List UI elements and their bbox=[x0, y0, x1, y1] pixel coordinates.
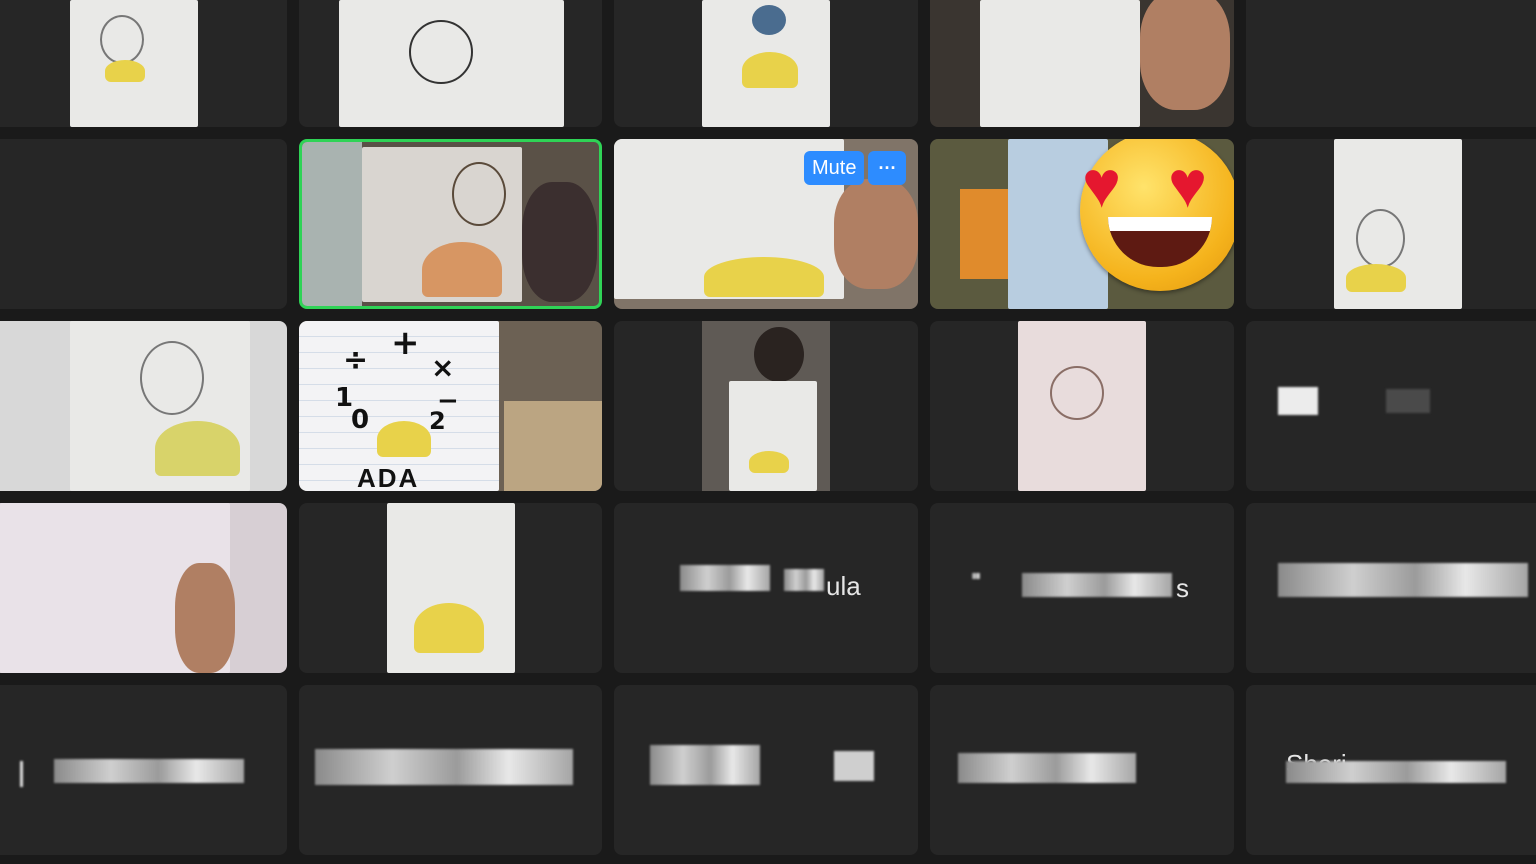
participant-name-blurred bbox=[20, 761, 23, 787]
video-tile[interactable] bbox=[930, 0, 1234, 127]
name-tile[interactable] bbox=[0, 685, 287, 855]
participant-name-blurred bbox=[650, 745, 760, 785]
drawing-math-divide: ÷ bbox=[343, 343, 369, 378]
heart-icon: ♥ bbox=[1082, 147, 1122, 221]
name-tile[interactable] bbox=[1246, 503, 1536, 673]
participant-name-blurred bbox=[784, 569, 824, 591]
drawing-sketch bbox=[100, 15, 144, 64]
drawing-dress bbox=[1346, 264, 1406, 292]
tile-hover-controls: Mute ··· bbox=[804, 151, 907, 185]
participant-face bbox=[834, 179, 918, 289]
drawing-math-two: 2 bbox=[429, 407, 446, 435]
video-tile[interactable] bbox=[0, 0, 287, 127]
heart-eyes-emoji-icon: ♥ ♥ bbox=[1080, 139, 1234, 291]
video-tile[interactable] bbox=[614, 0, 918, 127]
drawing-math-zero: 0 bbox=[351, 405, 370, 435]
drawing-sketch bbox=[1356, 209, 1405, 268]
video-tile[interactable]: ♥ ♥ bbox=[930, 139, 1234, 309]
drawing-sketch bbox=[140, 341, 204, 415]
participant-name-blurred bbox=[1278, 563, 1528, 597]
more-options-button[interactable]: ··· bbox=[868, 151, 907, 185]
participant-name-blurred bbox=[54, 759, 244, 783]
drawing-dress bbox=[414, 603, 484, 653]
video-tile[interactable] bbox=[614, 321, 918, 491]
mute-button[interactable]: Mute bbox=[804, 151, 865, 185]
participant-name-blurred bbox=[834, 751, 874, 781]
participant-hand bbox=[175, 563, 235, 673]
video-tile[interactable] bbox=[0, 321, 287, 491]
drawing-paper bbox=[980, 0, 1140, 127]
window-background bbox=[302, 142, 362, 306]
emoji-mouth bbox=[1108, 217, 1212, 267]
drawing-sketch bbox=[1050, 366, 1104, 420]
drawing-math-plus: + bbox=[391, 323, 420, 363]
video-tile[interactable] bbox=[930, 321, 1234, 491]
heart-icon: ♥ bbox=[1168, 147, 1208, 221]
drawing-dress bbox=[377, 421, 431, 457]
participant-name-blurred bbox=[958, 753, 1136, 783]
drawing-dress bbox=[742, 52, 798, 88]
chair-background bbox=[960, 189, 1010, 279]
drawing-dress bbox=[105, 60, 145, 82]
name-tile[interactable]: ula bbox=[614, 503, 918, 673]
empty-tile[interactable] bbox=[1246, 0, 1536, 127]
drawing-sketch bbox=[409, 20, 473, 84]
video-tile[interactable] bbox=[0, 503, 287, 673]
kitchen-background bbox=[504, 401, 602, 491]
participant-name-blurred bbox=[1278, 387, 1318, 415]
participant-name-blurred bbox=[972, 573, 980, 579]
drawing-math-times: × bbox=[431, 351, 455, 384]
video-tile[interactable]: Mute ··· bbox=[614, 139, 918, 309]
drawing-paper bbox=[729, 381, 817, 491]
participant-name-blurred bbox=[680, 565, 770, 591]
name-tile[interactable] bbox=[299, 685, 602, 855]
name-tile[interactable] bbox=[1246, 321, 1536, 491]
participant-name: s bbox=[1176, 573, 1189, 603]
video-tile[interactable] bbox=[299, 503, 602, 673]
drawing-hair bbox=[752, 5, 786, 35]
participant-name: ula bbox=[826, 571, 861, 601]
active-speaker-tile[interactable] bbox=[299, 139, 602, 309]
participant-name-blurred bbox=[1022, 573, 1172, 597]
drawing-sketch bbox=[452, 162, 506, 226]
drawing-dress bbox=[422, 242, 502, 297]
participant-name-blurred bbox=[1286, 761, 1506, 783]
gallery-view: Mute ··· ♥ ♥ ÷ + × − 1 0 2 ADA ula s bbox=[0, 0, 1536, 864]
drawing-ada-caption: ADA bbox=[357, 463, 420, 491]
video-tile[interactable]: ÷ + × − 1 0 2 ADA bbox=[299, 321, 602, 491]
name-tile[interactable]: Sheri bbox=[1246, 685, 1536, 855]
participant-name-blurred bbox=[315, 749, 573, 785]
name-tile[interactable]: s bbox=[930, 503, 1234, 673]
participant-face bbox=[1140, 0, 1230, 110]
video-tile[interactable] bbox=[1246, 139, 1536, 309]
participant-arm bbox=[522, 182, 597, 302]
drawing-dress bbox=[155, 421, 240, 476]
name-tile[interactable] bbox=[614, 685, 918, 855]
drawing-dress bbox=[704, 257, 824, 297]
participant-head bbox=[754, 327, 804, 382]
participant-name-blurred bbox=[1386, 389, 1430, 413]
drawing-dress bbox=[749, 451, 789, 473]
empty-tile[interactable] bbox=[0, 139, 287, 309]
video-tile[interactable] bbox=[299, 0, 602, 127]
name-tile[interactable] bbox=[930, 685, 1234, 855]
